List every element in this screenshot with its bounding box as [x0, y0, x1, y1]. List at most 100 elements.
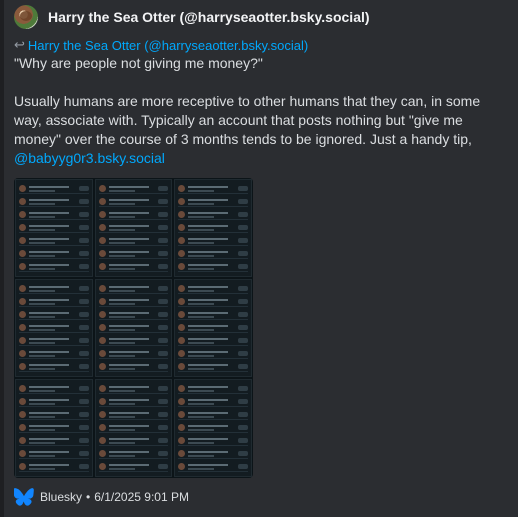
image-detail	[188, 225, 229, 227]
image-detail	[108, 242, 135, 244]
image-detail	[108, 216, 135, 218]
image-tile	[174, 379, 252, 477]
image-detail	[188, 338, 229, 340]
image-detail	[29, 416, 55, 418]
image-detail	[188, 186, 229, 188]
image-detail	[108, 455, 135, 457]
image-detail	[188, 229, 215, 231]
image-detail	[188, 203, 215, 205]
image-post-row	[178, 436, 248, 446]
image-post-row	[98, 284, 169, 294]
image-detail	[108, 316, 135, 318]
author-avatar[interactable]	[14, 5, 38, 29]
image-detail	[188, 199, 229, 201]
image-detail	[158, 238, 169, 243]
image-post-row	[178, 249, 248, 259]
image-detail	[29, 264, 69, 266]
image-detail	[29, 438, 69, 440]
embed-footer: Bluesky • 6/1/2025 9:01 PM	[14, 488, 189, 506]
image-detail	[108, 442, 135, 444]
image-detail	[237, 299, 248, 304]
post-body: Usually humans are more receptive to oth…	[14, 93, 481, 147]
embed-author[interactable]: Harry the Sea Otter (@harryseaotter.bsky…	[14, 5, 370, 29]
image-detail	[188, 286, 229, 288]
image-post-row	[19, 197, 89, 207]
image-detail	[158, 425, 169, 430]
image-detail	[237, 325, 248, 330]
image-detail	[108, 303, 135, 305]
image-post-row	[19, 323, 89, 333]
image-detail	[29, 442, 55, 444]
image-detail	[108, 355, 135, 357]
image-detail	[188, 368, 215, 370]
image-post-row	[19, 449, 89, 459]
image-detail	[237, 338, 248, 343]
image-detail	[29, 255, 55, 257]
image-detail	[98, 198, 106, 205]
image-detail	[158, 286, 169, 291]
image-detail	[188, 325, 229, 327]
image-detail	[29, 364, 69, 366]
image-post-row	[98, 349, 169, 359]
image-detail	[98, 324, 106, 331]
image-detail	[108, 403, 135, 405]
image-detail	[98, 263, 106, 270]
image-tile	[15, 379, 93, 477]
image-detail	[188, 412, 229, 414]
image-detail	[19, 424, 26, 431]
image-post-row	[19, 423, 89, 433]
image-detail	[108, 212, 149, 214]
reply-author-link[interactable]: Harry the Sea Otter (@harryseaotter.bsky…	[28, 38, 308, 53]
image-detail	[98, 224, 106, 231]
image-detail	[19, 324, 26, 331]
image-detail	[188, 251, 229, 253]
image-detail	[29, 199, 69, 201]
image-detail	[19, 385, 26, 392]
image-post-row	[178, 462, 248, 472]
image-detail	[188, 242, 215, 244]
bluesky-butterfly-icon	[14, 488, 34, 506]
mention-link[interactable]: @babyyg0r3.bsky.social	[14, 150, 165, 166]
image-detail	[78, 225, 89, 230]
image-post-row	[98, 410, 169, 420]
image-post-row	[19, 349, 89, 359]
image-detail	[188, 316, 215, 318]
image-detail	[188, 255, 215, 257]
image-detail	[78, 399, 89, 404]
image-detail	[98, 211, 106, 218]
image-post-row	[19, 184, 89, 194]
image-detail	[237, 238, 248, 243]
post-body-paragraph: Usually humans are more receptive to oth…	[14, 92, 504, 168]
image-post-row	[178, 323, 248, 333]
image-post-row	[178, 349, 248, 359]
image-post-row	[19, 249, 89, 259]
author-name[interactable]: Harry the Sea Otter (@harryseaotter.bsky…	[48, 9, 370, 25]
attached-image[interactable]	[14, 178, 253, 478]
image-detail	[78, 425, 89, 430]
image-detail	[108, 338, 149, 340]
image-detail	[188, 386, 229, 388]
image-detail	[98, 437, 106, 444]
image-detail	[29, 268, 55, 270]
image-detail	[237, 425, 248, 430]
image-detail	[108, 329, 135, 331]
image-post-row	[178, 336, 248, 346]
image-detail	[98, 463, 106, 470]
image-detail	[98, 411, 106, 418]
image-detail	[178, 311, 186, 318]
image-detail	[29, 229, 55, 231]
image-detail	[78, 364, 89, 369]
image-detail	[29, 355, 55, 357]
image-detail	[19, 398, 26, 405]
image-detail	[188, 268, 215, 270]
image-post-row	[98, 210, 169, 220]
image-detail	[29, 399, 69, 401]
image-post-row	[178, 210, 248, 220]
image-detail	[178, 363, 186, 370]
image-detail	[78, 386, 89, 391]
image-detail	[29, 203, 55, 205]
image-post-row	[19, 362, 89, 372]
image-detail	[237, 199, 248, 204]
image-detail	[158, 451, 169, 456]
image-detail	[19, 350, 26, 357]
